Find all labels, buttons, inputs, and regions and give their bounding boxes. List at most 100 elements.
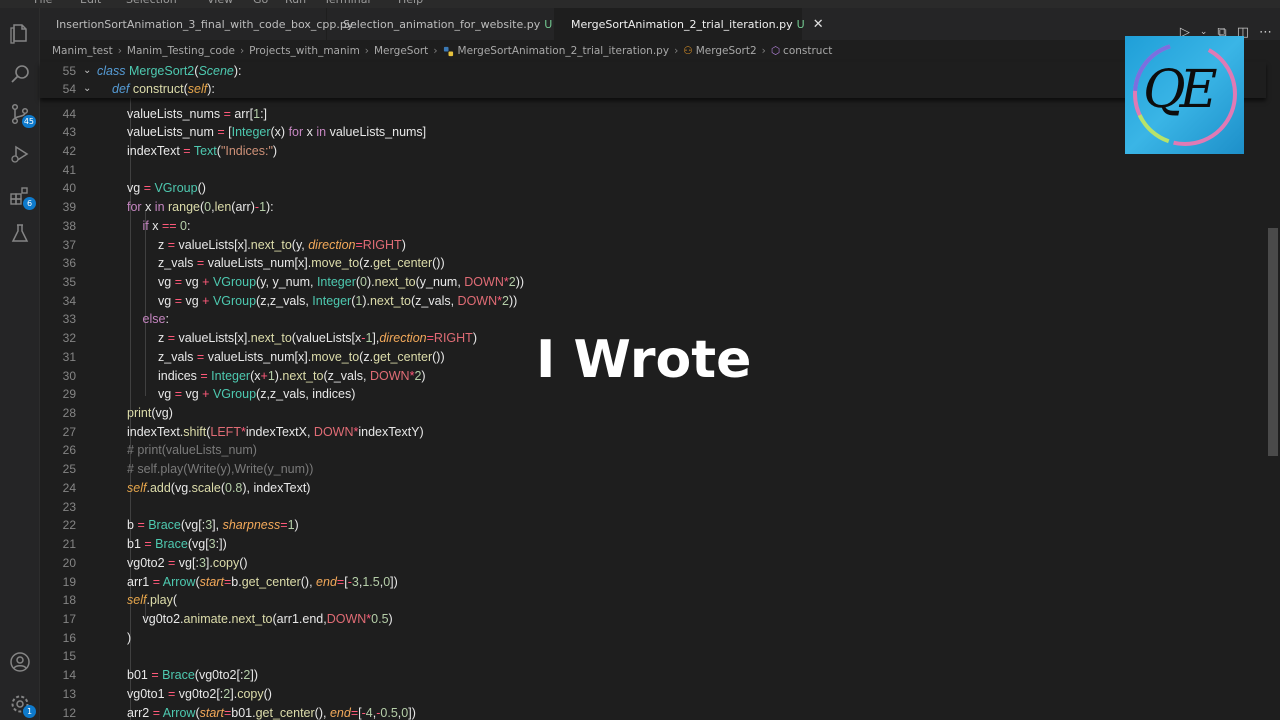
code-line[interactable]: 42 indexText = Text("Indices:") bbox=[40, 142, 1266, 161]
scrollbar-thumb[interactable] bbox=[1268, 228, 1278, 456]
code-token: def bbox=[112, 82, 133, 96]
code-line[interactable]: 41 bbox=[40, 161, 1266, 180]
menu-item[interactable]: Edit bbox=[80, 0, 101, 6]
code-line[interactable]: 28 print(vg) bbox=[40, 404, 1266, 423]
code-line[interactable]: 27 indexText.shift(LEFT*indexTextX, DOWN*… bbox=[40, 423, 1266, 442]
code-token: add bbox=[149, 480, 171, 495]
extensions-icon[interactable]: 6 bbox=[8, 184, 36, 210]
code-token: ) bbox=[472, 331, 477, 346]
code-line[interactable]: 36 z_vals = valueLists_num[x].move_to(z.g… bbox=[40, 254, 1266, 273]
code-line[interactable]: 26 # print(valueLists_num) bbox=[40, 441, 1266, 460]
code-line[interactable]: 19 arr1 = Arrow(start=b.get_center(), end… bbox=[40, 573, 1266, 592]
code-line[interactable]: 23 bbox=[40, 498, 1266, 517]
source-control-icon[interactable]: 45 bbox=[8, 102, 36, 128]
menu-item[interactable]: Help bbox=[398, 0, 423, 6]
code-line[interactable]: 38 if x == 0: bbox=[40, 217, 1266, 236]
activity-bar: 45 6 1 bbox=[0, 8, 40, 720]
breadcrumb-item[interactable]: Projects_with_manim bbox=[249, 45, 360, 57]
code-token: RIGHT bbox=[433, 331, 473, 346]
code-line[interactable]: 40 vg = VGroup() bbox=[40, 179, 1266, 198]
code-token: copy bbox=[212, 555, 240, 570]
breadcrumb-item[interactable]: MergeSort2 bbox=[696, 45, 757, 57]
code-line[interactable]: 12 arr2 = Arrow(start=b01.get_center(), e… bbox=[40, 704, 1266, 720]
code-text: vg0to2 = vg[:3].copy() bbox=[127, 554, 248, 573]
code-token: + bbox=[202, 387, 213, 402]
code-line[interactable]: 39 for x in range(0,len(arr)-1): bbox=[40, 198, 1266, 217]
breadcrumb-item[interactable]: MergeSort bbox=[374, 45, 428, 57]
line-number: 20 bbox=[62, 555, 76, 570]
code-text: b01 = Brace(vg0to2[:2]) bbox=[127, 666, 258, 685]
class-symbol-icon: ⚇ bbox=[683, 45, 693, 57]
breadcrumb-item[interactable]: MergeSortAnimation_2_trial_iteration.py bbox=[458, 45, 670, 57]
code-line[interactable]: 44 valueLists_nums = arr[1:] bbox=[40, 105, 1266, 124]
run-debug-icon[interactable] bbox=[8, 142, 32, 166]
tab-merge-sort-animation[interactable]: MergeSortAnimation_2_trial_iteration.py … bbox=[555, 8, 824, 40]
code-line[interactable]: 21 b1 = Brace(vg[3:]) bbox=[40, 535, 1266, 554]
breadcrumb-item[interactable]: Manim_Testing_code bbox=[127, 45, 235, 57]
code-line[interactable]: 43 valueLists_num = [Integer(x) for x in … bbox=[40, 123, 1266, 142]
code-token: z_vals bbox=[158, 349, 197, 364]
code-line[interactable]: 17 vg0to2.animate.next_to(arr1.end,DOWN*0… bbox=[40, 610, 1266, 629]
settings-badge: 1 bbox=[23, 705, 36, 718]
menu-item[interactable]: Run bbox=[285, 0, 306, 6]
code-text: valueLists_num = [Integer(x) for x in va… bbox=[127, 123, 426, 142]
close-tab-icon[interactable]: ✕ bbox=[813, 17, 824, 32]
chevron-right-icon: › bbox=[239, 45, 245, 57]
sticky-scroll-header: 55 ⌄ class MergeSort2(Scene): 54 ⌄ def constr… bbox=[40, 62, 1266, 98]
code-line[interactable]: 13 vg0to1 = vg0to2[:2].copy() bbox=[40, 685, 1266, 704]
code-line[interactable]: 35 vg = vg + VGroup(y, y_num, Integer(0).… bbox=[40, 273, 1266, 292]
account-icon[interactable] bbox=[8, 650, 32, 674]
explorer-icon[interactable] bbox=[8, 22, 32, 46]
code-token: (z. bbox=[359, 349, 374, 364]
code-line[interactable]: 54 ⌄ def construct(self): bbox=[40, 80, 1266, 99]
code-line[interactable]: 24 self.add(vg.scale(0.8), indexText) bbox=[40, 479, 1266, 498]
code-line[interactable]: 18 self.play( bbox=[40, 591, 1266, 610]
code-line[interactable]: 25 # self.play(Write(y),Write(y_num)) bbox=[40, 460, 1266, 479]
code-line[interactable]: 33 else: bbox=[40, 310, 1266, 329]
code-token: = bbox=[174, 274, 186, 289]
line-number: 14 bbox=[62, 668, 76, 683]
line-number: 25 bbox=[62, 462, 76, 477]
menu-item[interactable]: Go bbox=[253, 0, 268, 6]
code-token: ], bbox=[212, 518, 223, 533]
code-line[interactable]: 55 ⌄ class MergeSort2(Scene): bbox=[40, 62, 1266, 81]
code-token: animate bbox=[183, 611, 228, 626]
code-token: = bbox=[168, 555, 179, 570]
code-token: 1 bbox=[259, 200, 267, 215]
code-text: arr1 = Arrow(start=b.get_center(), end=[… bbox=[127, 573, 398, 592]
code-token: )) bbox=[508, 293, 518, 308]
code-line[interactable]: 37 z = valueLists[x].next_to(y, direction… bbox=[40, 236, 1266, 255]
code-token: 3 bbox=[351, 574, 359, 589]
code-editor[interactable]: 44 valueLists_nums = arr[1:] 43 valueLists_… bbox=[40, 98, 1266, 720]
line-number: 55 bbox=[62, 64, 76, 78]
menu-item[interactable]: View bbox=[207, 0, 233, 6]
code-token: construct bbox=[132, 82, 184, 96]
code-token: print bbox=[127, 406, 152, 421]
testing-flask-icon[interactable] bbox=[8, 222, 32, 246]
menu-item[interactable]: Terminal bbox=[324, 0, 371, 6]
tab-insertion-sort[interactable]: InsertionSortAnimation_3_final_with_code… bbox=[40, 8, 353, 40]
chevron-right-icon: › bbox=[674, 45, 679, 57]
code-line[interactable]: 14 b01 = Brace(vg0to2[:2]) bbox=[40, 666, 1266, 685]
code-token: z_vals bbox=[158, 256, 197, 271]
tab-selection-animation[interactable]: Selection_animation_for_website.py U bbox=[327, 8, 555, 40]
code-line[interactable]: 34 vg = vg + VGroup(z,z_vals, Integer(1).… bbox=[40, 292, 1266, 311]
code-token: == bbox=[161, 218, 181, 233]
code-line[interactable]: 15 bbox=[40, 647, 1266, 666]
fold-chevron-icon[interactable]: ⌄ bbox=[83, 80, 91, 99]
code-line[interactable]: 22 b = Brace(vg[:3], sharpness=1) bbox=[40, 516, 1266, 535]
fold-chevron-icon[interactable]: ⌄ bbox=[83, 62, 91, 81]
menu-item[interactable]: File bbox=[34, 0, 52, 6]
code-token: + bbox=[260, 368, 268, 383]
code-line[interactable]: 20 vg0to2 = vg[:3].copy() bbox=[40, 554, 1266, 573]
code-line[interactable]: 16) bbox=[40, 629, 1266, 648]
untracked-marker: U bbox=[544, 17, 553, 31]
breadcrumb-item[interactable]: Manim_test bbox=[52, 45, 113, 57]
menu-item[interactable]: Selection bbox=[126, 0, 177, 6]
settings-gear-icon[interactable]: 1 bbox=[8, 692, 36, 718]
breadcrumb-item[interactable]: construct bbox=[783, 45, 832, 57]
code-text: b1 = Brace(vg[3:]) bbox=[127, 535, 227, 554]
search-icon[interactable] bbox=[8, 62, 32, 86]
vertical-scrollbar[interactable] bbox=[1266, 98, 1280, 720]
more-actions-icon[interactable]: ⋯ bbox=[1259, 25, 1272, 40]
